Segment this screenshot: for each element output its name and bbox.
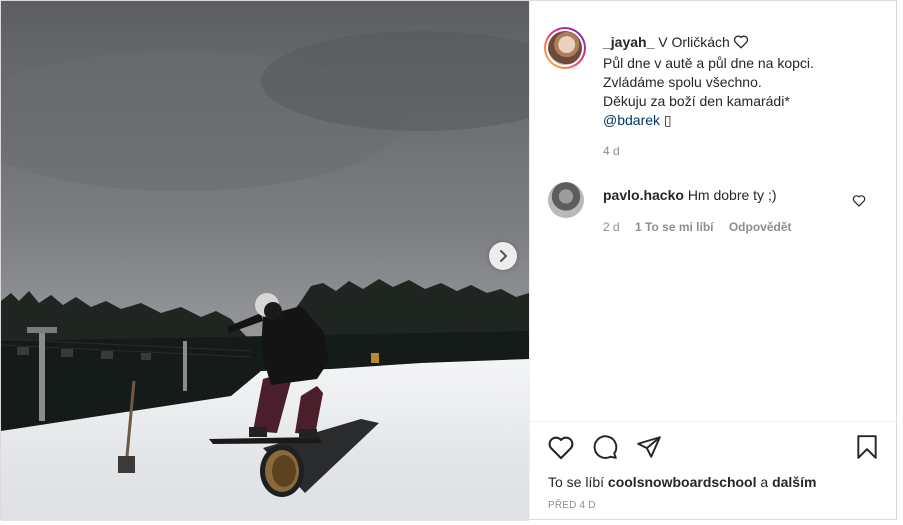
caption-timestamp[interactable]: 4 d xyxy=(603,144,620,158)
post-date[interactable]: PŘED 4 D xyxy=(548,500,596,511)
caption-line-1: Půl dne v autě a půl dne na kopci. xyxy=(603,55,814,71)
post-photo[interactable] xyxy=(1,1,529,521)
comment-like-button[interactable] xyxy=(852,194,866,212)
bookmark-icon xyxy=(857,435,877,459)
likes-others-link[interactable]: dalším xyxy=(772,474,816,490)
carousel-next-button[interactable] xyxy=(489,242,517,270)
caption-line-2: Zvládáme spolu všechno. xyxy=(603,74,762,90)
post-actions: To se líbí coolsnowboardschool a dalším … xyxy=(530,421,898,520)
liker-username[interactable]: coolsnowboardschool xyxy=(608,474,757,490)
save-button[interactable] xyxy=(854,434,880,465)
author-username[interactable]: _jayah_ xyxy=(603,34,654,50)
likes-summary: To se líbí coolsnowboardschool a dalším xyxy=(548,474,816,490)
author-avatar[interactable] xyxy=(544,27,586,69)
location-link[interactable]: V Orličkách xyxy=(658,34,730,50)
likes-joiner: a xyxy=(760,474,769,490)
heart-icon xyxy=(852,195,866,207)
comment-text: pavlo.hacko Hm dobre ty ;) xyxy=(603,187,777,203)
instagram-post: _jayah_ V Orličkách Půl dne v autě a půl… xyxy=(0,0,898,521)
reply-button[interactable]: Odpovědět xyxy=(729,220,792,234)
comment-likes-count[interactable]: 1 To se mi líbí xyxy=(635,220,713,234)
caption-line-3: Děkuju za boží den kamarádi* xyxy=(603,93,790,109)
caption-text: _jayah_ V Orličkách Půl dne v autě a půl… xyxy=(603,33,883,130)
comment-body: Hm dobre ty ;) xyxy=(687,187,777,203)
comment-meta: 2 d 1 To se mi líbí Odpovědět xyxy=(603,220,804,234)
heart-icon xyxy=(548,436,574,460)
likes-prefix: To se líbí xyxy=(548,474,605,490)
caption-trailing-glyph: ▯ xyxy=(663,112,672,128)
like-button[interactable] xyxy=(547,434,575,465)
comment-timestamp[interactable]: 2 d xyxy=(603,220,620,234)
paper-plane-icon xyxy=(637,436,661,458)
chevron-right-icon xyxy=(500,250,507,262)
snowboard-rail-photo xyxy=(1,1,529,521)
mention-link[interactable]: @bdarek xyxy=(603,112,660,128)
post-side-panel: _jayah_ V Orličkách Půl dne v autě a půl… xyxy=(529,1,898,520)
commenter-username[interactable]: pavlo.hacko xyxy=(603,187,684,203)
commenter-avatar[interactable] xyxy=(548,182,584,218)
heart-outline-icon[interactable] xyxy=(733,34,749,54)
comment-button[interactable] xyxy=(591,434,619,465)
comment-bubble-icon xyxy=(593,435,618,459)
share-button[interactable] xyxy=(635,434,663,465)
